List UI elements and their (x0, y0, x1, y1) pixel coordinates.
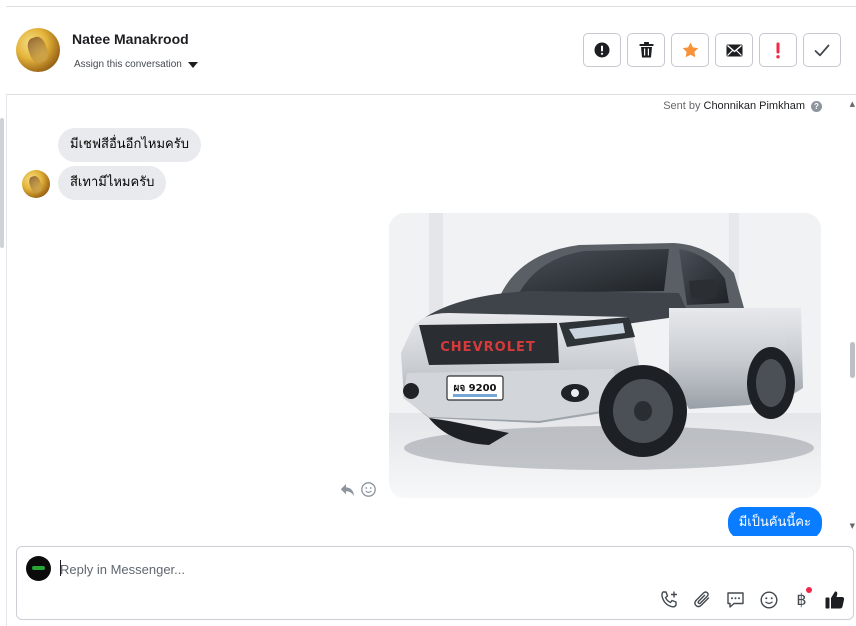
done-button[interactable] (803, 33, 841, 67)
thread-scrollbar[interactable]: ▲ ▼ (848, 96, 856, 536)
star-icon (682, 42, 698, 58)
trash-icon (639, 42, 653, 58)
sent-by-line: Sent by Chonnikan Pimkham ? (663, 100, 822, 112)
mark-unread-button[interactable] (715, 33, 753, 67)
message-reactions (340, 482, 376, 497)
reply-composer: ฿ (16, 546, 854, 620)
scroll-down-icon[interactable]: ▼ (850, 522, 855, 530)
phone-add-icon (661, 591, 677, 608)
message-thread[interactable]: Sent by Chonnikan Pimkham ? มีเชฟสีอื่นอ… (7, 96, 856, 536)
reply-input[interactable] (60, 560, 660, 578)
contact-avatar[interactable] (16, 28, 60, 72)
star-button[interactable] (671, 33, 709, 67)
alert-circle-icon (594, 42, 610, 58)
text-cursor (60, 560, 61, 576)
image-attachment[interactable]: CHEVROLET ผจ 9200 (389, 213, 821, 498)
conversation-actions (583, 33, 841, 67)
emoji-icon (759, 590, 778, 609)
license-plate-text: ผจ 9200 (453, 383, 496, 394)
scrollbar-thumb[interactable] (850, 342, 855, 378)
thumbs-up-icon (825, 591, 844, 609)
sender-avatar[interactable] (22, 170, 50, 198)
reply-arrow-icon[interactable] (340, 483, 355, 497)
sent-by-prefix: Sent by (663, 100, 701, 112)
help-icon[interactable]: ? (811, 100, 822, 112)
scroll-up-icon[interactable]: ▲ (850, 100, 855, 108)
outgoing-message[interactable]: มีเป็นคันนี้คะ (727, 507, 822, 536)
conversation-header: Natee Manakrood Assign this conversation (6, 7, 856, 95)
payment-button[interactable]: ฿ (791, 587, 812, 610)
left-scrollbar[interactable] (0, 118, 4, 248)
messenger-conversation-panel: Natee Manakrood Assign this conversation (0, 0, 856, 626)
like-button[interactable] (824, 589, 845, 610)
notification-dot (806, 587, 812, 593)
check-icon (814, 44, 830, 56)
envelope-icon (726, 44, 742, 56)
composer-toolbar: ฿ (659, 587, 845, 610)
saved-replies-button[interactable] (725, 589, 746, 610)
call-button[interactable] (659, 589, 680, 610)
emoji-button[interactable] (758, 589, 779, 610)
emoji-reaction-icon[interactable] (361, 482, 376, 497)
delete-button[interactable] (627, 33, 665, 67)
page-avatar (26, 556, 51, 581)
contact-name[interactable]: Natee Manakrood (72, 31, 189, 47)
baht-icon: ฿ (796, 589, 807, 609)
exclamation-icon (776, 42, 780, 58)
spam-button[interactable] (583, 33, 621, 67)
chat-bubble-icon (727, 591, 744, 608)
incoming-message[interactable]: สีเทามีไหมครับ (58, 166, 167, 200)
assign-label: Assign this conversation (74, 59, 182, 70)
attach-button[interactable] (692, 589, 713, 610)
silver-pickup-truck-photo: CHEVROLET ผจ 9200 (389, 213, 821, 498)
assign-conversation-dropdown[interactable]: Assign this conversation (74, 59, 198, 70)
sent-by-name[interactable]: Chonnikan Pimkham (704, 100, 806, 112)
paperclip-icon (694, 591, 710, 608)
caret-down-icon (187, 62, 198, 68)
incoming-message[interactable]: มีเชฟสีอื่นอีกไหมครับ (58, 128, 201, 162)
follow-up-button[interactable] (759, 33, 797, 67)
grille-text: CHEVROLET (440, 340, 535, 355)
